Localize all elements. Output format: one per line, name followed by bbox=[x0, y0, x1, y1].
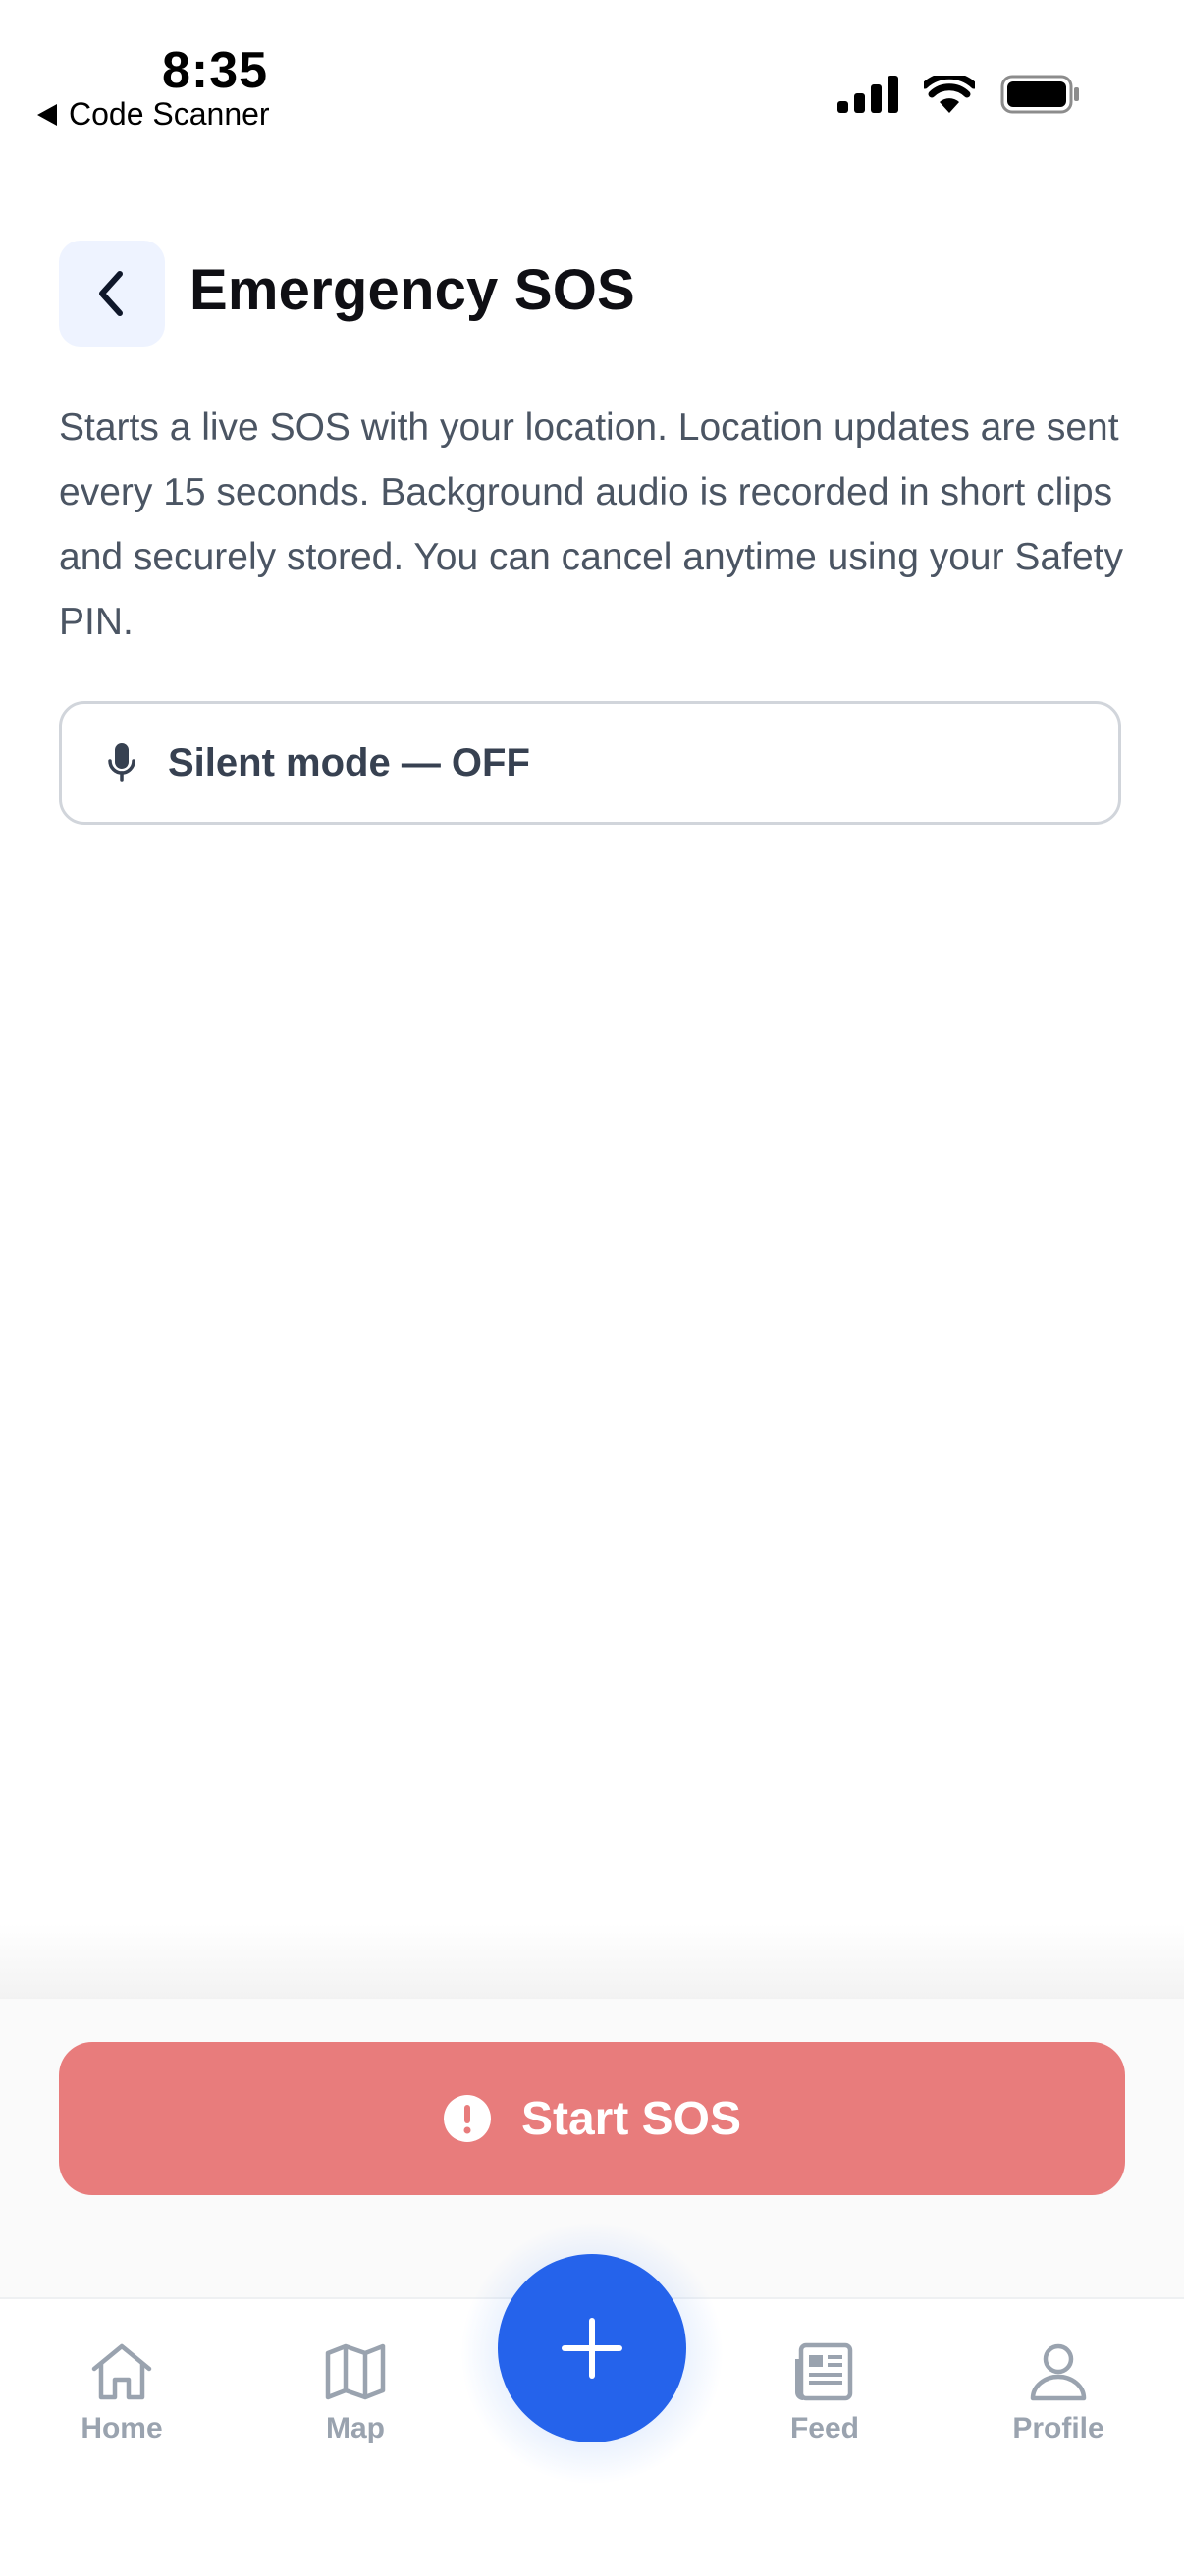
start-sos-button[interactable]: Start SOS bbox=[59, 2042, 1125, 2195]
tab-map[interactable]: Map bbox=[257, 2341, 454, 2445]
wifi-icon bbox=[924, 76, 975, 113]
exclamation-circle-icon bbox=[443, 2095, 491, 2142]
start-sos-label: Start SOS bbox=[520, 2092, 742, 2145]
plus-icon bbox=[562, 2318, 622, 2379]
back-button[interactable] bbox=[59, 241, 165, 347]
tab-profile-label: Profile bbox=[1012, 2412, 1104, 2444]
tab-feed-label: Feed bbox=[789, 2412, 860, 2444]
microphone-icon bbox=[108, 743, 135, 782]
silent-mode-label: Silent mode — OFF bbox=[168, 740, 530, 784]
tab-map-label: Map bbox=[326, 2412, 385, 2444]
add-button[interactable] bbox=[498, 2254, 686, 2442]
silent-mode-toggle[interactable]: Silent mode — OFF bbox=[59, 701, 1121, 825]
action-area-shadow bbox=[0, 1924, 1184, 2003]
back-triangle-icon bbox=[37, 103, 57, 126]
tab-feed[interactable]: Feed bbox=[727, 2341, 923, 2445]
cellular-signal-icon bbox=[837, 76, 898, 113]
map-icon bbox=[325, 2343, 386, 2400]
sos-description: Starts a live SOS with your location. Lo… bbox=[59, 406, 1123, 643]
tab-profile[interactable]: Profile bbox=[960, 2341, 1157, 2445]
newspaper-icon bbox=[795, 2342, 853, 2401]
return-app-name: Code Scanner bbox=[69, 96, 270, 132]
return-to-app-link[interactable]: Code Scanner bbox=[37, 96, 270, 133]
tab-home-label: Home bbox=[81, 2412, 163, 2444]
status-icons bbox=[837, 75, 1081, 114]
home-icon bbox=[91, 2343, 152, 2400]
battery-icon bbox=[1000, 75, 1079, 114]
page-title: Emergency SOS bbox=[189, 258, 635, 322]
chevron-left-icon bbox=[99, 271, 123, 316]
tab-home[interactable]: Home bbox=[24, 2341, 220, 2445]
user-icon bbox=[1030, 2343, 1087, 2401]
status-time: 8:35 bbox=[162, 42, 269, 99]
